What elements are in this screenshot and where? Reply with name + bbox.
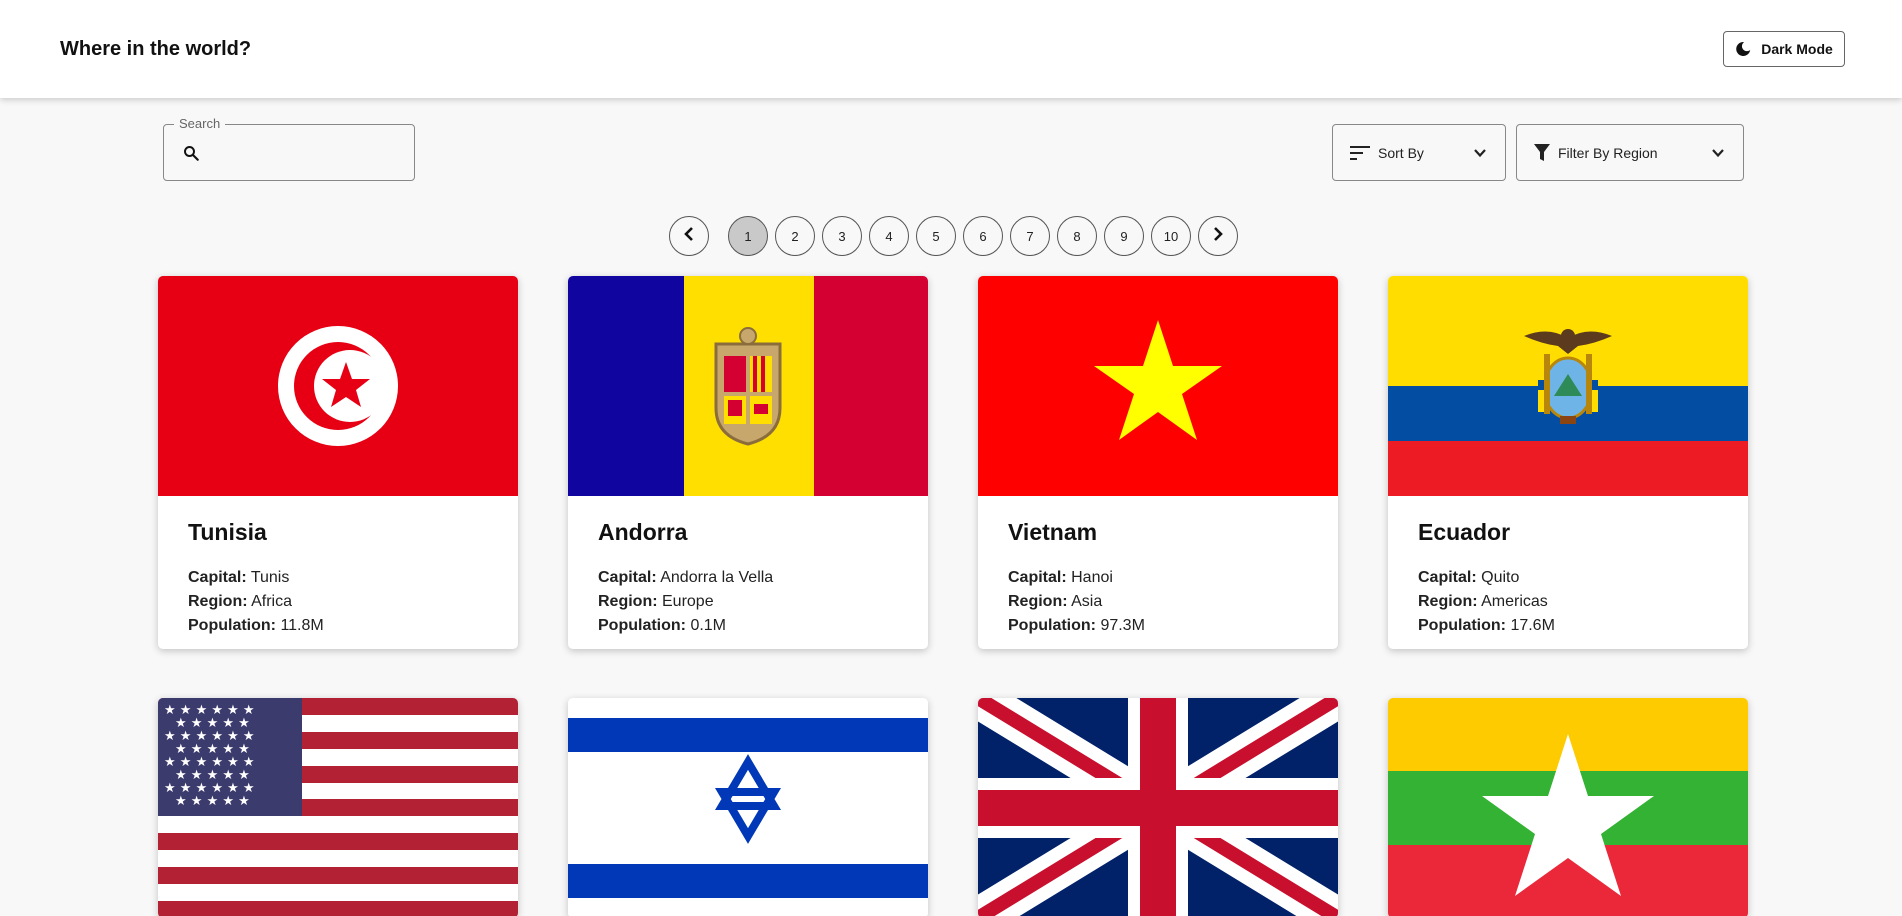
pagination: 1 2 3 4 5 6 7 8 9 10 — [669, 216, 1238, 256]
sort-lines-icon — [1350, 145, 1370, 161]
region-value: Asia — [1071, 593, 1103, 610]
country-name: Andorra — [598, 519, 688, 545]
country-card[interactable] — [1388, 698, 1748, 916]
next-page-button[interactable] — [1198, 216, 1238, 256]
filter-region-select[interactable]: Filter By Region — [1516, 124, 1744, 181]
chevron-down-icon — [1473, 146, 1487, 160]
capital-label: Capital: — [1418, 569, 1477, 586]
country-card[interactable]: Vietnam Capital: Hanoi Region: Asia Popu… — [978, 276, 1338, 649]
chevron-right-icon — [1210, 226, 1226, 247]
population-value: 0.1M — [690, 617, 727, 634]
capital-value: Tunis — [250, 569, 290, 586]
israel-flag — [568, 698, 928, 916]
search-input[interactable] — [210, 139, 400, 167]
population-value: 97.3M — [1100, 617, 1145, 634]
capital-label: Capital: — [188, 569, 247, 586]
region-label: Region: — [1008, 593, 1068, 610]
myanmar-flag — [1388, 698, 1748, 916]
population-label: Population: — [188, 617, 276, 634]
region-value: Africa — [251, 593, 293, 610]
andorra-flag — [568, 276, 928, 496]
capital-label: Capital: — [598, 569, 657, 586]
ecuador-flag — [1388, 276, 1748, 496]
page-button-10[interactable]: 10 — [1151, 216, 1191, 256]
capital-label: Capital: — [1008, 569, 1067, 586]
region-value: Europe — [662, 593, 714, 610]
region-label: Region: — [1418, 593, 1478, 610]
dark-mode-button[interactable]: Dark Mode — [1723, 31, 1845, 67]
country-card[interactable] — [978, 698, 1338, 916]
page-button-8[interactable]: 8 — [1057, 216, 1097, 256]
region-value: Americas — [1481, 593, 1548, 610]
region-label: Region: — [188, 593, 248, 610]
moon-icon — [1735, 41, 1751, 57]
search-icon — [182, 144, 200, 167]
country-name: Tunisia — [188, 519, 267, 545]
page-button-3[interactable]: 3 — [822, 216, 862, 256]
dark-mode-label: Dark Mode — [1761, 41, 1833, 57]
capital-value: Andorra la Vella — [660, 569, 774, 586]
population-label: Population: — [1008, 617, 1096, 634]
page-button-6[interactable]: 6 — [963, 216, 1003, 256]
capital-value: Hanoi — [1071, 569, 1113, 586]
chevron-left-icon — [681, 226, 697, 247]
filter-region-label: Filter By Region — [1558, 144, 1658, 161]
svg-text:★ ★ ★ ★ ★: ★ ★ ★ ★ ★ — [175, 794, 250, 809]
prev-page-button[interactable] — [669, 216, 709, 256]
tunisia-flag — [158, 276, 518, 496]
funnel-icon — [1534, 143, 1550, 162]
population-value: 17.6M — [1510, 617, 1555, 634]
country-card[interactable]: Ecuador Capital: Quito Region: Americas … — [1388, 276, 1748, 649]
search-label: Search — [174, 116, 226, 131]
page-button-4[interactable]: 4 — [869, 216, 909, 256]
vietnam-flag — [978, 276, 1338, 496]
page-button-7[interactable]: 7 — [1010, 216, 1050, 256]
sort-by-select[interactable]: Sort By — [1332, 124, 1506, 181]
region-label: Region: — [598, 593, 658, 610]
app-header: Where in the world? Dark Mode — [0, 0, 1902, 98]
page-button-9[interactable]: 9 — [1104, 216, 1144, 256]
country-card[interactable]: ★ ★ ★ ★ ★ ★ ★ ★ ★ ★ ★ ★ ★ ★ ★ ★ ★ ★ ★ ★ … — [158, 698, 518, 916]
sort-by-label: Sort By — [1378, 144, 1424, 161]
country-name: Ecuador — [1418, 519, 1511, 545]
country-card[interactable]: Andorra Capital: Andorra la Vella Region… — [568, 276, 928, 649]
usa-flag: ★ ★ ★ ★ ★ ★ ★ ★ ★ ★ ★ ★ ★ ★ ★ ★ ★ ★ ★ ★ … — [158, 698, 518, 916]
population-label: Population: — [1418, 617, 1506, 634]
uk-flag — [978, 698, 1338, 916]
country-card[interactable] — [568, 698, 928, 916]
capital-value: Quito — [1481, 569, 1520, 586]
population-value: 11.8M — [280, 617, 324, 634]
page-button-2[interactable]: 2 — [775, 216, 815, 256]
country-card[interactable]: Tunisia Capital: Tunis Region: Africa Po… — [158, 276, 518, 649]
population-label: Population: — [598, 617, 686, 634]
app-title: Where in the world? — [60, 38, 252, 60]
country-name: Vietnam — [1008, 519, 1098, 545]
search-field[interactable]: Search — [163, 116, 415, 181]
page-button-5[interactable]: 5 — [916, 216, 956, 256]
page-button-1[interactable]: 1 — [728, 216, 768, 256]
chevron-down-icon — [1711, 146, 1725, 160]
